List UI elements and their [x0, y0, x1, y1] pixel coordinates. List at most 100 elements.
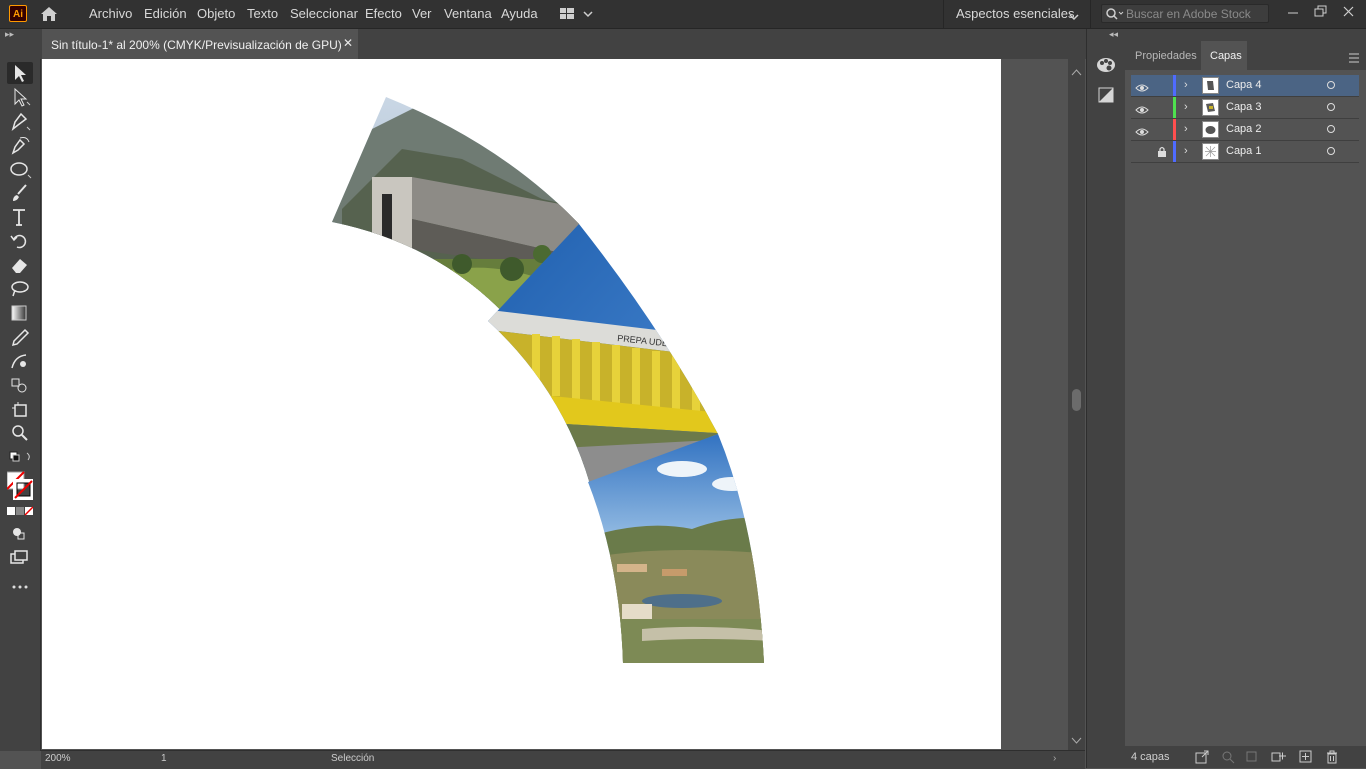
expand-chevron-icon[interactable]: › — [1184, 123, 1188, 135]
shape-builder-tool-icon[interactable] — [7, 374, 33, 396]
chevron-down-icon[interactable] — [1069, 8, 1079, 26]
eraser-tool-icon[interactable] — [7, 254, 33, 276]
expand-chevron-icon[interactable]: › — [1184, 79, 1188, 91]
minimize-icon[interactable] — [1282, 2, 1304, 22]
arc-photo-collage[interactable]: PREPA UDEM UNIDAD — [42, 59, 1001, 749]
collapsed-panels-strip: ◂◂ — [1086, 29, 1126, 768]
artboard-navigation[interactable]: 1 — [161, 753, 167, 764]
locate-object-icon[interactable] — [1221, 750, 1235, 769]
scroll-thumb[interactable] — [1072, 389, 1081, 411]
home-icon[interactable] — [38, 4, 60, 24]
rotate-tool-icon[interactable] — [7, 230, 33, 252]
paintbrush-tool-icon[interactable] — [7, 182, 33, 204]
appearance-icon[interactable] — [1095, 84, 1117, 106]
layer-target-circle[interactable] — [1327, 81, 1335, 89]
pen-tool-icon[interactable] — [7, 110, 33, 132]
selection-tool-icon[interactable] — [7, 62, 33, 84]
gradient-tool-icon[interactable] — [7, 302, 33, 324]
vertical-scrollbar[interactable] — [1068, 59, 1085, 750]
visibility-eye-icon[interactable] — [1135, 80, 1149, 98]
zoom-level-field[interactable]: 200% — [45, 753, 71, 764]
chevron-up-icon[interactable] — [1068, 63, 1085, 83]
document-tab[interactable]: Sin título-1* al 200% (CMYK/Previsualiza… — [42, 29, 358, 59]
arrange-documents-button[interactable] — [558, 6, 598, 22]
menu-archivo[interactable]: Archivo — [89, 6, 132, 21]
layer-thumbnail — [1202, 99, 1219, 116]
chevron-down-icon[interactable] — [1068, 731, 1085, 751]
eyedropper-tool-icon[interactable] — [7, 326, 33, 348]
layer-name[interactable]: Capa 2 — [1226, 123, 1261, 135]
menu-objeto[interactable]: Objeto — [197, 6, 235, 21]
menu-ver[interactable]: Ver — [412, 6, 432, 21]
layer-row-capa-1[interactable]: › Capa 1 — [1131, 141, 1359, 163]
menu-ayuda[interactable]: Ayuda — [501, 6, 538, 21]
layers-panel: Propiedades Capas › Capa 4 › Capa 3 › Ca… — [1125, 29, 1366, 768]
workspace-selector[interactable]: Aspectos esenciales — [956, 6, 1075, 21]
layer-thumbnail — [1202, 121, 1219, 138]
color-mode-buttons[interactable] — [7, 506, 33, 518]
visibility-eye-icon[interactable] — [1135, 102, 1149, 120]
default-colors-icon[interactable] — [7, 448, 33, 470]
screen-mode-icon[interactable] — [7, 546, 33, 568]
layer-row-capa-2[interactable]: › Capa 2 — [1131, 119, 1359, 141]
artboard[interactable]: PREPA UDEM UNIDAD — [42, 59, 1001, 749]
panel-footer: 4 capas — [1125, 746, 1366, 768]
tools-panel — [0, 59, 41, 751]
divider — [1090, 0, 1091, 28]
close-tab-icon[interactable]: ✕ — [343, 36, 353, 50]
collapse-panel-icon[interactable]: ◂◂ — [1109, 29, 1118, 40]
stock-search-box[interactable] — [1101, 4, 1269, 23]
collapse-panel-icon[interactable]: ▸▸ — [5, 29, 14, 40]
chevron-right-icon[interactable]: › — [1053, 753, 1056, 764]
search-input[interactable] — [1126, 5, 1266, 22]
clipping-mask-icon[interactable] — [1245, 750, 1259, 769]
restore-icon[interactable] — [1310, 2, 1332, 22]
layer-target-circle[interactable] — [1327, 125, 1335, 133]
layer-color-bar — [1173, 141, 1176, 162]
curvature-tool-icon[interactable] — [7, 134, 33, 156]
panel-menu-icon[interactable] — [1349, 50, 1361, 68]
menu-ventana[interactable]: Ventana — [444, 6, 492, 21]
layer-target-circle[interactable] — [1327, 103, 1335, 111]
lasso-tool-icon[interactable] — [7, 278, 33, 300]
new-layer-icon[interactable] — [1299, 750, 1313, 769]
export-icon[interactable] — [1195, 750, 1209, 769]
new-sublayer-icon[interactable] — [1271, 750, 1287, 769]
expand-chevron-icon[interactable]: › — [1184, 145, 1188, 157]
draw-mode-icon[interactable] — [7, 522, 33, 544]
expand-chevron-icon[interactable]: › — [1184, 101, 1188, 113]
menu-seleccionar[interactable]: Seleccionar — [290, 6, 358, 21]
more-tools-icon[interactable] — [7, 576, 33, 598]
close-icon[interactable] — [1338, 2, 1360, 22]
layers-list: › Capa 4 › Capa 3 › Capa 2 › Capa 1 — [1131, 75, 1359, 163]
document-tab-title: Sin título-1* al 200% (CMYK/Previsualiza… — [51, 38, 342, 52]
color-guide-icon[interactable] — [1095, 54, 1117, 76]
layer-color-bar — [1173, 119, 1176, 140]
menu-efecto[interactable]: Efecto — [365, 6, 402, 21]
zoom-tool-icon[interactable] — [7, 422, 33, 444]
fill-stroke-swatch[interactable] — [7, 470, 33, 502]
layer-row-capa-4[interactable]: › Capa 4 — [1131, 75, 1359, 97]
layer-row-capa-3[interactable]: › Capa 3 — [1131, 97, 1359, 119]
layer-thumbnail — [1202, 77, 1219, 94]
lock-icon[interactable] — [1157, 145, 1167, 163]
visibility-eye-icon[interactable] — [1135, 124, 1149, 142]
type-tool-icon[interactable] — [7, 206, 33, 228]
status-info[interactable]: Selección — [331, 753, 374, 764]
ellipse-tool-icon[interactable] — [7, 158, 33, 180]
tab-propiedades[interactable]: Propiedades — [1125, 41, 1201, 70]
layer-color-bar — [1173, 75, 1176, 96]
layer-name[interactable]: Capa 4 — [1226, 79, 1261, 91]
layer-name[interactable]: Capa 1 — [1226, 145, 1261, 157]
menu-texto[interactable]: Texto — [247, 6, 278, 21]
tab-capas[interactable]: Capas — [1201, 41, 1247, 70]
layer-name[interactable]: Capa 3 — [1226, 101, 1261, 113]
delete-layer-icon[interactable] — [1325, 750, 1339, 769]
direct-selection-tool-icon[interactable] — [7, 86, 33, 108]
layer-thumbnail — [1202, 143, 1219, 160]
menu-edicion[interactable]: Edición — [144, 6, 187, 21]
layer-target-circle[interactable] — [1327, 147, 1335, 155]
blend-tool-icon[interactable] — [7, 350, 33, 372]
artboard-tool-icon[interactable] — [7, 398, 33, 420]
canvas-area[interactable]: PREPA UDEM UNIDAD — [41, 59, 1068, 749]
